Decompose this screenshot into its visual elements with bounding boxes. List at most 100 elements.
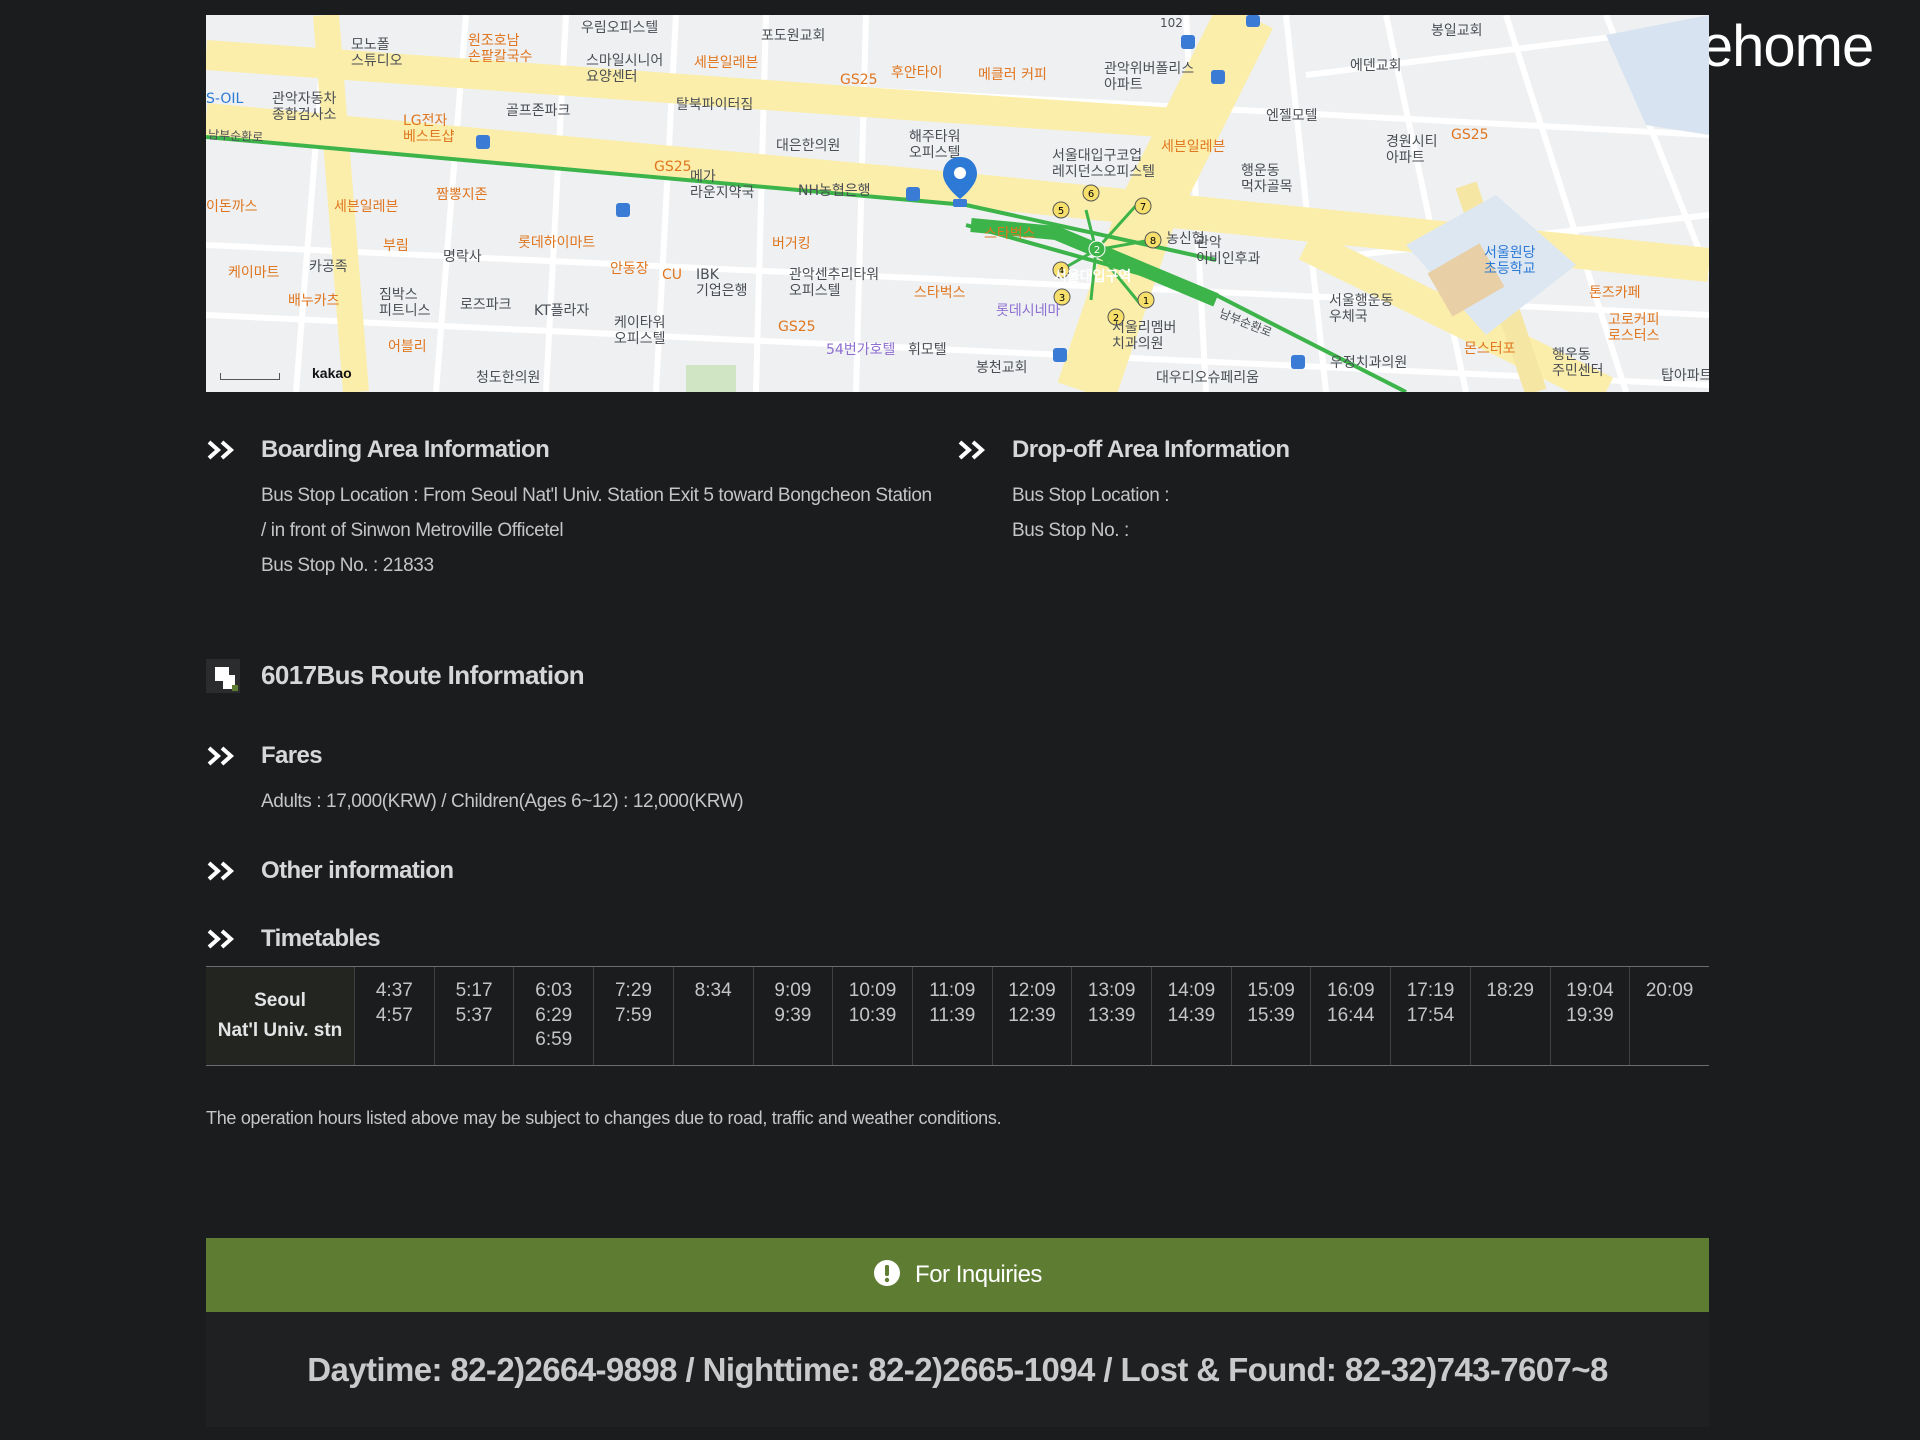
map-poi-label[interactable]: 관악센추리타워 오피스텔 [789, 267, 879, 299]
svg-text:8: 8 [1150, 236, 1156, 247]
map-poi-label[interactable]: 서울행운동 우체국 [1329, 293, 1393, 325]
map-road-label: 남부순환로 [207, 127, 264, 145]
map-poi-label[interactable]: 서울원당 초등학교 [1484, 245, 1536, 277]
map-poi-label[interactable]: 세븐일레븐 [334, 199, 398, 215]
map-poi-label[interactable]: 탈북파이터짐 [676, 97, 753, 113]
map-poi-label[interactable]: 골프존파크 [506, 103, 570, 119]
map-poi-label[interactable]: 짐박스 피트니스 [379, 287, 431, 319]
map-poi-label[interactable]: 케이타워 오피스텔 [614, 315, 666, 347]
map-poi-label[interactable]: 엔젤모텔 [1266, 108, 1318, 124]
map-poi-label[interactable]: 스타벅스 [984, 226, 1036, 242]
map-poi-label[interactable]: 청도한의원 [476, 370, 540, 386]
map-poi-label[interactable]: 로즈파크 [460, 297, 512, 313]
map-attribution: kakao [312, 365, 352, 381]
dropoff-stop-number: Bus Stop No. : [1012, 520, 1129, 541]
map-poi-label[interactable]: 경원시티 아파트 [1386, 134, 1438, 166]
map-poi-label[interactable]: 버거킹 [772, 236, 811, 252]
timetable-column: 12:09 12:39 [991, 967, 1072, 1065]
location-map[interactable]: 4 3 2 1 5 6 7 8 2 모노폴 스튜디오 원조호남 손팥칼국수 우림오피 [206, 15, 1709, 392]
boarding-stop-number: Bus Stop No. : 21833 [261, 555, 434, 576]
timetable-column: 20:09 [1629, 967, 1709, 1065]
map-poi-label[interactable]: 롯데하이마트 [518, 235, 595, 251]
operation-notice: The operation hours listed above may be … [206, 1108, 1002, 1128]
map-poi-label[interactable]: 모노폴 스튜디오 [351, 37, 403, 69]
map-poi-label[interactable]: 에덴교회 [1350, 58, 1402, 74]
map-poi-label[interactable]: 이돈까스 [206, 199, 258, 215]
boarding-heading: Boarding Area Information [206, 436, 550, 464]
boarding-details: Bus Stop Location : From Seoul Nat'l Uni… [261, 478, 932, 583]
map-poi-label[interactable]: GS25 [840, 72, 878, 88]
map-poi-label[interactable]: 명락사 [443, 249, 482, 265]
map-poi-label[interactable]: 스타벅스 [914, 285, 966, 301]
fares-heading: Fares [206, 742, 323, 770]
map-poi-label[interactable]: 메클러 커피 [978, 67, 1047, 83]
map-poi-label[interactable]: 세븐일레븐 [1161, 139, 1225, 155]
timetable-column: 17:19 17:54 [1390, 967, 1470, 1065]
map-poi-label[interactable]: 54번가호텔 [826, 342, 895, 358]
svg-text:7: 7 [1140, 202, 1146, 213]
map-poi-label[interactable]: 행운동 먹자골목 [1241, 163, 1293, 195]
double-chevron-icon [206, 439, 240, 461]
map-poi-label[interactable]: 메가 라운지약국 [690, 169, 754, 201]
map-poi-label[interactable]: 배누카츠 [288, 293, 340, 309]
map-poi-label[interactable]: 세븐일레븐 [694, 55, 758, 71]
map-poi-label[interactable]: GS25 [1451, 127, 1489, 143]
map-poi-label[interactable]: 행운동 주민센터 [1552, 347, 1604, 379]
map-poi-label[interactable]: 포도원교회 [761, 28, 825, 44]
map-poi-label[interactable]: 봉일교회 [1431, 23, 1483, 39]
map-poi-label[interactable]: 고로커피 로스터스 [1608, 312, 1660, 344]
timetable-station-cell: Seoul Nat'l Univ. stn [206, 967, 354, 1065]
timetable-column: 9:09 9:39 [752, 967, 833, 1065]
timetable-column: 10:09 10:39 [832, 967, 912, 1065]
map-poi-label[interactable]: 서울리멤버 치과의원 [1112, 320, 1176, 352]
inquiries-bar: For Inquiries [206, 1238, 1709, 1312]
map-poi-label[interactable]: 몬스터포 [1464, 341, 1516, 357]
svg-text:2: 2 [1094, 245, 1100, 256]
map-poi-label[interactable]: 짬뽕지존 [436, 187, 488, 203]
map-poi-label[interactable]: 롯데시네마 [996, 303, 1060, 319]
map-poi-label[interactable]: GS25 [778, 319, 816, 335]
map-poi-label[interactable]: S-OIL [206, 91, 243, 107]
map-poi-label[interactable]: LG전자 베스트샵 [403, 113, 455, 145]
map-poi-label[interactable]: IBK 기업은행 [696, 267, 748, 299]
map-poi-label[interactable]: 봉천교회 [976, 360, 1028, 376]
map-poi-label[interactable]: 서울대입구코업 레지던스오피스텔 [1052, 148, 1155, 180]
map-poi-label[interactable]: 관악위버폴리스 아파트 [1104, 61, 1194, 93]
map-poi-label[interactable]: KT플라자 [534, 303, 589, 319]
map-poi-label[interactable]: 카공족 [309, 259, 348, 275]
other-info-heading: Other information [206, 857, 454, 885]
map-poi-label[interactable]: GS25 [654, 159, 692, 175]
map-poi-label[interactable]: NH농협은행 [798, 183, 871, 199]
route-heading: 6017Bus Route Information [206, 658, 585, 693]
svg-text:1: 1 [1143, 296, 1149, 307]
map-poi-label[interactable]: 탑아파트 [1661, 368, 1709, 384]
svg-text:5: 5 [1058, 206, 1064, 217]
map-poi-label[interactable]: 스마일시니어 요양센터 [586, 53, 663, 85]
map-poi-label[interactable]: 케이마트 [228, 265, 280, 281]
timetables-heading: Timetables [206, 925, 381, 953]
map-poi-label[interactable]: 후안타이 [891, 65, 943, 81]
map-poi-label[interactable]: 서울대입구역 [1054, 269, 1131, 285]
map-road-number: 102 [1160, 16, 1183, 30]
map-poi-label[interactable]: 대우디오슈페리움 [1156, 370, 1259, 386]
timetable-column: 7:29 7:59 [593, 967, 673, 1065]
map-poi-label[interactable]: 어블리 [388, 339, 427, 355]
map-poi-label[interactable]: 관악자동차 종합검사소 [272, 91, 336, 123]
map-poi-label[interactable]: 우림오피스텔 [581, 20, 658, 36]
map-poi-label[interactable]: CU [662, 267, 682, 283]
map-poi-label[interactable]: 원조호남 손팥칼국수 [468, 33, 532, 65]
timetable-column: 8:34 [672, 967, 753, 1065]
timetable-column: 11:09 11:39 [911, 967, 992, 1065]
map-poi-label[interactable]: 안동장 [610, 261, 649, 277]
map-poi-label[interactable]: 휘모텔 [908, 342, 947, 358]
map-poi-label[interactable]: 부림 [383, 238, 409, 254]
timetable-column: 5:17 5:37 [433, 967, 514, 1065]
map-poi-label[interactable]: 우정치과의원 [1330, 355, 1407, 371]
double-chevron-icon [957, 439, 991, 461]
map-poi-label[interactable]: 톤즈카페 [1589, 285, 1641, 301]
timetable-column: 18:29 [1469, 967, 1550, 1065]
boarding-location-cont: / in front of Sinwon Metroville Officete… [261, 520, 564, 541]
inquiries-panel: Daytime: 82-2)2664-9898 / Nighttime: 82-… [206, 1312, 1709, 1427]
map-poi-label[interactable]: 대은한의원 [776, 138, 840, 154]
map-poi-label[interactable]: 관악 이비인후과 [1196, 235, 1260, 267]
